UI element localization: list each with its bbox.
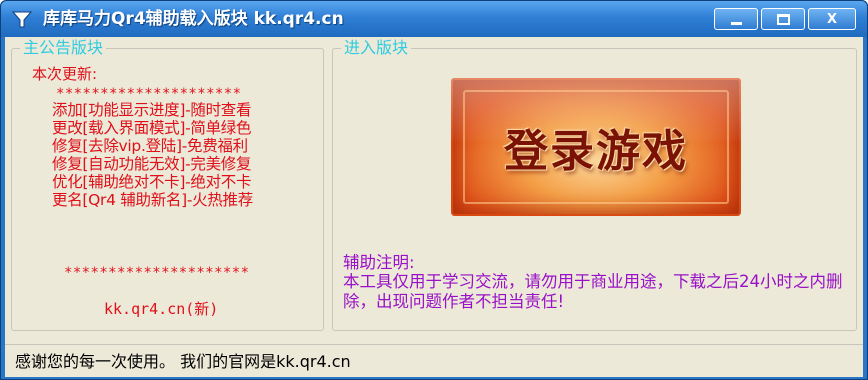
disclaimer-title: 辅助注明: (343, 253, 415, 272)
close-button[interactable]: X (808, 8, 856, 30)
site-note: kk.qr4.cn(新) (104, 300, 219, 318)
app-icon (11, 11, 33, 28)
title-bar[interactable]: 库库马力Qr4辅助载入版块 kk.qr4.cn X (1, 1, 867, 37)
login-game-label: 登录游戏 (504, 126, 688, 177)
main-announcement-group: 主公告版块 本次更新: ********************* 添加[功能显… (11, 39, 324, 331)
stars-divider-bottom: ********************* (64, 265, 250, 281)
minimize-icon (730, 22, 742, 25)
login-game-button[interactable]: 登录游戏 (451, 78, 741, 216)
update-item: 更改[载入界面模式]-简单绿色 (52, 119, 252, 137)
update-item: 添加[功能显示进度]-随时查看 (52, 101, 252, 119)
update-list: 添加[功能显示进度]-随时查看 更改[载入界面模式]-简单绿色 修复[去除vip… (52, 101, 253, 209)
update-heading: 本次更新: (32, 65, 98, 83)
main-announcement-legend: 主公告版块 (20, 39, 107, 57)
update-item: 修复[自动功能无效]-完美修复 (52, 155, 252, 173)
update-item: 修复[去除vip.登陆]-免费福利 (52, 137, 248, 155)
update-item: 优化[辅助绝对不卡]-绝对不卡 (52, 173, 252, 191)
minimize-button[interactable] (714, 8, 758, 30)
status-text: 感谢您的每一次使用。 我们的官网是kk.qr4.cn (15, 352, 351, 371)
maximize-icon (776, 13, 790, 25)
window-title: 库库马力Qr4辅助载入版块 kk.qr4.cn (43, 9, 344, 29)
update-item: 更名[Qr4 辅助新名]-火热推荐 (52, 191, 253, 209)
app-window: 库库马力Qr4辅助载入版块 kk.qr4.cn X 主公告版块 本次更新: **… (0, 0, 868, 380)
disclaimer-body: 本工具仅用于学习交流，请勿用于商业用途，下载之后24小时之内删除，出现问题作者不… (343, 272, 843, 311)
close-icon: X (826, 11, 838, 27)
maximize-button[interactable] (761, 8, 805, 30)
client-area: 主公告版块 本次更新: ********************* 添加[功能显… (5, 37, 863, 377)
enter-legend: 进入版块 (341, 39, 412, 57)
status-bar: 感谢您的每一次使用。 我们的官网是kk.qr4.cn (5, 344, 863, 377)
